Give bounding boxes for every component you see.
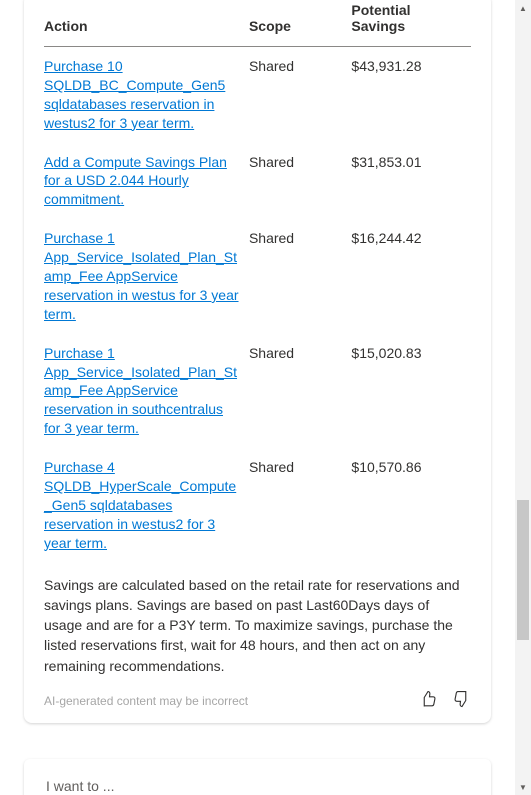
thumbs-up-icon[interactable] [419, 690, 437, 711]
action-link[interactable]: Purchase 4 SQLDB_HyperScale_Compute_Gen5… [44, 459, 236, 551]
scrollbar[interactable]: ▲ ▼ [515, 0, 531, 795]
savings-cell: $31,853.01 [351, 143, 471, 220]
table-row: Purchase 4 SQLDB_HyperScale_Compute_Gen5… [44, 448, 471, 562]
savings-cell: $16,244.42 [351, 219, 471, 333]
scroll-up-icon[interactable]: ▲ [515, 0, 531, 16]
savings-cell: $10,570.86 [351, 448, 471, 562]
chat-input-card: 0 / 500 [24, 759, 491, 795]
table-row: Add a Compute Savings Plan for a USD 2.0… [44, 143, 471, 220]
savings-cell: $15,020.83 [351, 334, 471, 448]
col-header-action: Action [44, 0, 249, 47]
scope-cell: Shared [249, 219, 351, 333]
scope-cell: Shared [249, 334, 351, 448]
recommendations-table: Action Scope Potential Savings Purchase … [44, 0, 471, 563]
scroll-down-icon[interactable]: ▼ [515, 779, 531, 795]
action-link[interactable]: Purchase 10 SQLDB_BC_Compute_Gen5 sqldat… [44, 58, 225, 131]
scrollbar-thumb[interactable] [517, 500, 529, 640]
chat-input[interactable] [44, 777, 471, 795]
col-header-savings: Potential Savings [351, 0, 471, 47]
table-row: Purchase 1 App_Service_Isolated_Plan_Sta… [44, 334, 471, 448]
table-row: Purchase 1 App_Service_Isolated_Plan_Sta… [44, 219, 471, 333]
savings-cell: $43,931.28 [351, 47, 471, 143]
savings-footnote: Savings are calculated based on the reta… [44, 575, 471, 676]
action-link[interactable]: Purchase 1 App_Service_Isolated_Plan_Sta… [44, 230, 239, 322]
scope-cell: Shared [249, 448, 351, 562]
scope-cell: Shared [249, 47, 351, 143]
action-link[interactable]: Add a Compute Savings Plan for a USD 2.0… [44, 154, 227, 208]
action-link[interactable]: Purchase 1 App_Service_Isolated_Plan_Sta… [44, 345, 237, 437]
ai-disclaimer: AI-generated content may be incorrect [44, 694, 248, 708]
thumbs-down-icon[interactable] [453, 690, 471, 711]
col-header-scope: Scope [249, 0, 351, 47]
recommendations-card: Action Scope Potential Savings Purchase … [24, 0, 491, 723]
scope-cell: Shared [249, 143, 351, 220]
table-row: Purchase 10 SQLDB_BC_Compute_Gen5 sqldat… [44, 47, 471, 143]
